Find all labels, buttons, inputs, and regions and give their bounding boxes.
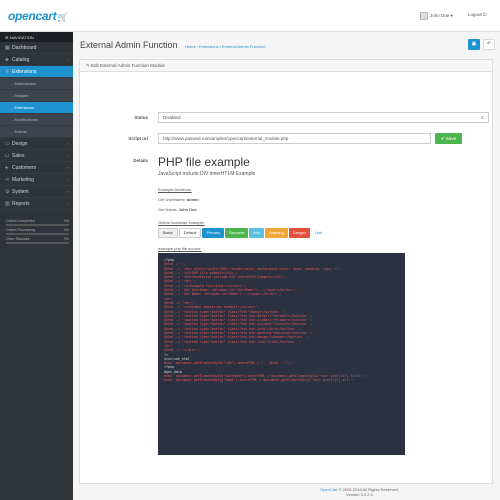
details-label: Details bbox=[133, 158, 148, 163]
sidebar-sub-installer[interactable]: - Installer bbox=[0, 90, 73, 102]
chevron-down-icon: ⇕ bbox=[480, 115, 484, 120]
sidebar-sub-modifications[interactable]: - Modifications bbox=[0, 114, 73, 126]
footer-brand-link[interactable]: OpenCart bbox=[320, 487, 337, 492]
opencart-logo[interactable]: opencart🛒 bbox=[8, 9, 68, 23]
footer-version: Version 3.0.2.0 bbox=[346, 492, 373, 497]
main-content: External Admin Function Home / Extension… bbox=[73, 32, 500, 500]
share-icon: ⋖ bbox=[5, 177, 10, 183]
basic-button[interactable]: Basic bbox=[158, 228, 178, 238]
primary-button[interactable]: Primary bbox=[202, 228, 225, 238]
chevron-icon: › bbox=[67, 69, 69, 74]
sidebar: ☰ NAVIGATION ▦ Dashboard ◈ Catalog › ✚ Exten… bbox=[0, 32, 73, 500]
chart-icon: ▥ bbox=[5, 201, 10, 207]
panel-heading: ✎ Edit External Admin Function Module bbox=[80, 60, 492, 72]
script-url-label: Script url bbox=[128, 136, 148, 141]
floppy-icon: ▣ bbox=[471, 41, 477, 47]
pencil-icon: ✎ bbox=[86, 63, 90, 68]
save-button[interactable]: ▣ bbox=[468, 39, 480, 50]
chevron-icon: › bbox=[67, 153, 69, 158]
chevron-icon: › bbox=[67, 189, 69, 194]
stat-other-statuses: Other Statuses 0% bbox=[6, 237, 69, 244]
buttons-label: Global bootstrap example: bbox=[158, 220, 205, 225]
name-line: Get Name: John Doe bbox=[158, 207, 197, 212]
details-subheading: JavaScript include DIV innerHTLM Example bbox=[158, 171, 256, 177]
sidebar-sub-events[interactable]: - Events bbox=[0, 126, 73, 138]
functions-label: Example functions: bbox=[158, 187, 192, 192]
stat-orders-processing: Orders Processing 0% bbox=[6, 228, 69, 235]
dashboard-icon: ▦ bbox=[5, 45, 10, 51]
sidebar-item-reports[interactable]: ▥ Reports › bbox=[0, 198, 73, 210]
logout-label: Logout bbox=[468, 12, 482, 17]
source-label: example.php file source: bbox=[158, 246, 202, 251]
check-icon: ✔ bbox=[440, 136, 445, 141]
sidebar-item-design[interactable]: ▭ Design › bbox=[0, 138, 73, 150]
desktop-icon: ▭ bbox=[5, 141, 10, 147]
nav-heading: ☰ NAVIGATION bbox=[0, 32, 73, 42]
reply-icon: ↶ bbox=[486, 41, 492, 47]
sidebar-item-catalog[interactable]: ◈ Catalog › bbox=[0, 54, 73, 66]
logo-text: opencart bbox=[8, 9, 57, 23]
sidebar-sub-extensions[interactable]: - Extensions bbox=[0, 102, 73, 114]
avatar bbox=[420, 12, 428, 20]
breadcrumb-current[interactable]: External Admin Function bbox=[222, 44, 265, 49]
chevron-icon: › bbox=[67, 141, 69, 146]
link-button[interactable]: Link bbox=[311, 228, 326, 238]
default-button[interactable]: Default bbox=[178, 228, 202, 238]
sidebar-item-sales[interactable]: ⊔ Sales › bbox=[0, 150, 73, 162]
details-heading: PHP file example bbox=[158, 155, 250, 169]
danger-button[interactable]: Danger bbox=[288, 228, 310, 238]
sidebar-sub-marketplace[interactable]: - Marketplace bbox=[0, 78, 73, 90]
info-button[interactable]: Info bbox=[249, 228, 265, 238]
back-button[interactable]: ↶ bbox=[483, 39, 495, 50]
stat-orders-completed: Orders Completed 0% bbox=[6, 219, 69, 226]
status-label: Status bbox=[134, 115, 148, 120]
user-menu[interactable]: John Doe ▾ bbox=[420, 12, 453, 20]
code-block: <?php $html = ''; $html .= '<div style="wi… bbox=[158, 253, 405, 455]
puzzle-icon: ✚ bbox=[5, 69, 10, 75]
footer: OpenCart © 2009-2016 All Rights Reserved… bbox=[146, 487, 500, 497]
sidebar-item-marketing[interactable]: ⋖ Marketing › bbox=[0, 174, 73, 186]
tag-icon: ◈ bbox=[5, 57, 9, 63]
chevron-icon: › bbox=[67, 165, 69, 170]
script-url-input[interactable]: http://www.paswed.ru/examples/opencart/e… bbox=[158, 133, 431, 144]
username-line: Get UserName: admin bbox=[158, 197, 199, 202]
cart-icon: ⊔ bbox=[5, 153, 9, 159]
page-title: External Admin Function bbox=[80, 40, 178, 50]
breadcrumb-extensions[interactable]: Extensions bbox=[199, 44, 219, 49]
sidebar-item-system[interactable]: ⚙ System › bbox=[0, 186, 73, 198]
edit-panel: ✎ Edit External Admin Function Module St… bbox=[79, 59, 493, 484]
cart-logo-icon: 🛒 bbox=[57, 12, 69, 22]
sidebar-item-extensions[interactable]: ✚ Extensions › bbox=[0, 66, 73, 78]
breadcrumb-home[interactable]: Home bbox=[185, 44, 196, 49]
top-header: opencart🛒 John Doe ▾ Logout ⏻ bbox=[0, 0, 500, 32]
user-icon: ● bbox=[5, 165, 9, 171]
sidebar-item-dashboard[interactable]: ▦ Dashboard bbox=[0, 42, 73, 54]
chevron-icon: › bbox=[67, 57, 69, 62]
code-line: echo 'document.getElementById("Name").in… bbox=[164, 378, 355, 383]
sidebar-item-customers[interactable]: ● Customers › bbox=[0, 162, 73, 174]
status-select[interactable]: Disabled ⇕ bbox=[158, 112, 489, 123]
chevron-icon: › bbox=[67, 177, 69, 182]
chevron-icon: › bbox=[67, 201, 69, 206]
breadcrumb: Home / Extensions / External Admin Funct… bbox=[185, 44, 266, 49]
details-preview: PHP file example JavaScript include DIV … bbox=[158, 155, 488, 251]
success-button[interactable]: Success bbox=[225, 228, 249, 238]
user-name: John Doe bbox=[430, 13, 450, 19]
warning-button[interactable]: Warning bbox=[265, 228, 288, 238]
save-script-button[interactable]: ✔ Save bbox=[435, 133, 462, 144]
logout-link[interactable]: Logout ⏻ bbox=[468, 12, 487, 17]
bootstrap-buttons: Basic Default Primary Success Info Warni… bbox=[158, 228, 488, 238]
gear-icon: ⚙ bbox=[5, 189, 10, 195]
